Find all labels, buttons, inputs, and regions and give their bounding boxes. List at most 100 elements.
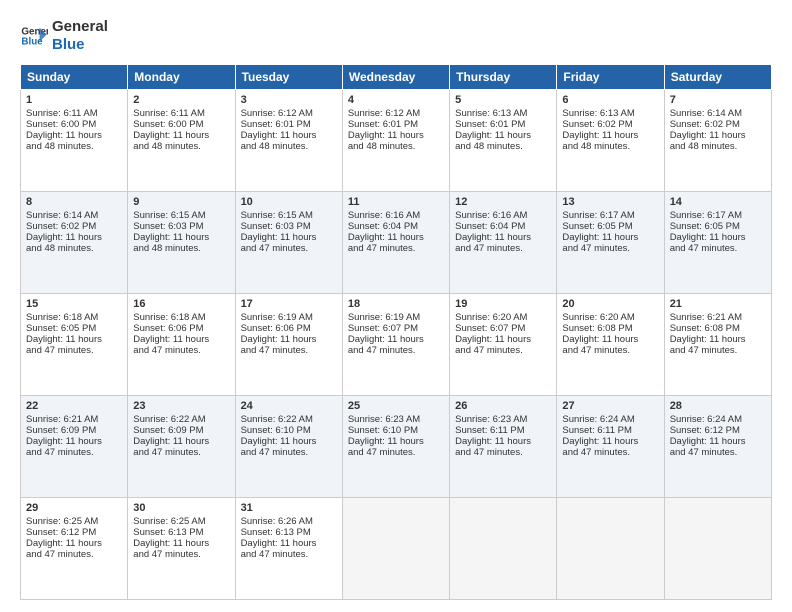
sunset-label: Sunset: 6:03 PM — [241, 221, 311, 232]
calendar-cell: 3Sunrise: 6:12 AMSunset: 6:01 PMDaylight… — [235, 90, 342, 192]
sunset-label: Sunset: 6:06 PM — [241, 323, 311, 334]
sunrise-label: Sunrise: 6:14 AM — [670, 108, 742, 119]
daylight-label: Daylight: 11 hours and 47 minutes. — [670, 436, 746, 458]
sunrise-label: Sunrise: 6:15 AM — [133, 210, 205, 221]
sunrise-label: Sunrise: 6:15 AM — [241, 210, 313, 221]
daylight-label: Daylight: 11 hours and 47 minutes. — [348, 436, 424, 458]
calendar-cell: 15Sunrise: 6:18 AMSunset: 6:05 PMDayligh… — [21, 294, 128, 396]
calendar-cell: 22Sunrise: 6:21 AMSunset: 6:09 PMDayligh… — [21, 396, 128, 498]
daylight-label: Daylight: 11 hours and 48 minutes. — [241, 130, 317, 152]
sunrise-label: Sunrise: 6:14 AM — [26, 210, 98, 221]
daylight-label: Daylight: 11 hours and 47 minutes. — [562, 436, 638, 458]
sunset-label: Sunset: 6:09 PM — [133, 425, 203, 436]
sunset-label: Sunset: 6:00 PM — [133, 119, 203, 130]
sunset-label: Sunset: 6:07 PM — [348, 323, 418, 334]
daylight-label: Daylight: 11 hours and 48 minutes. — [348, 130, 424, 152]
sunrise-label: Sunrise: 6:16 AM — [455, 210, 527, 221]
page-header: General Blue General Blue — [20, 18, 772, 54]
calendar-cell: 5Sunrise: 6:13 AMSunset: 6:01 PMDaylight… — [450, 90, 557, 192]
sunrise-label: Sunrise: 6:25 AM — [133, 516, 205, 527]
daylight-label: Daylight: 11 hours and 47 minutes. — [133, 334, 209, 356]
sunrise-label: Sunrise: 6:26 AM — [241, 516, 313, 527]
sunset-label: Sunset: 6:12 PM — [670, 425, 740, 436]
calendar-cell: 20Sunrise: 6:20 AMSunset: 6:08 PMDayligh… — [557, 294, 664, 396]
calendar-cell — [557, 498, 664, 600]
calendar-cell: 8Sunrise: 6:14 AMSunset: 6:02 PMDaylight… — [21, 192, 128, 294]
calendar-header-row: SundayMondayTuesdayWednesdayThursdayFrid… — [21, 65, 772, 90]
daylight-label: Daylight: 11 hours and 47 minutes. — [133, 436, 209, 458]
day-number: 19 — [455, 298, 551, 310]
sunset-label: Sunset: 6:13 PM — [133, 527, 203, 538]
calendar-cell: 27Sunrise: 6:24 AMSunset: 6:11 PMDayligh… — [557, 396, 664, 498]
calendar-cell: 6Sunrise: 6:13 AMSunset: 6:02 PMDaylight… — [557, 90, 664, 192]
day-number: 2 — [133, 94, 229, 106]
sunrise-label: Sunrise: 6:17 AM — [670, 210, 742, 221]
calendar-cell — [342, 498, 449, 600]
day-number: 28 — [670, 400, 766, 412]
sunset-label: Sunset: 6:02 PM — [26, 221, 96, 232]
sunrise-label: Sunrise: 6:24 AM — [670, 414, 742, 425]
sunset-label: Sunset: 6:10 PM — [241, 425, 311, 436]
daylight-label: Daylight: 11 hours and 47 minutes. — [26, 538, 102, 560]
calendar-cell — [450, 498, 557, 600]
day-number: 15 — [26, 298, 122, 310]
day-number: 3 — [241, 94, 337, 106]
sunrise-label: Sunrise: 6:16 AM — [348, 210, 420, 221]
sunset-label: Sunset: 6:05 PM — [562, 221, 632, 232]
header-friday: Friday — [557, 65, 664, 90]
sunrise-label: Sunrise: 6:20 AM — [455, 312, 527, 323]
sunset-label: Sunset: 6:10 PM — [348, 425, 418, 436]
daylight-label: Daylight: 11 hours and 48 minutes. — [133, 232, 209, 254]
day-number: 26 — [455, 400, 551, 412]
sunset-label: Sunset: 6:08 PM — [562, 323, 632, 334]
sunrise-label: Sunrise: 6:24 AM — [562, 414, 634, 425]
sunset-label: Sunset: 6:12 PM — [26, 527, 96, 538]
calendar-cell: 26Sunrise: 6:23 AMSunset: 6:11 PMDayligh… — [450, 396, 557, 498]
calendar-cell: 25Sunrise: 6:23 AMSunset: 6:10 PMDayligh… — [342, 396, 449, 498]
daylight-label: Daylight: 11 hours and 47 minutes. — [241, 436, 317, 458]
day-number: 20 — [562, 298, 658, 310]
calendar-cell: 30Sunrise: 6:25 AMSunset: 6:13 PMDayligh… — [128, 498, 235, 600]
calendar-cell: 28 Sunrise: 6:24 AMSunset: 6:12 PMDayligh… — [664, 396, 771, 498]
calendar-cell: 7Sunrise: 6:14 AMSunset: 6:02 PMDaylight… — [664, 90, 771, 192]
sunrise-label: Sunrise: 6:13 AM — [562, 108, 634, 119]
sunset-label: Sunset: 6:13 PM — [241, 527, 311, 538]
sunrise-label: Sunrise: 6:19 AM — [241, 312, 313, 323]
sunset-label: Sunset: 6:02 PM — [670, 119, 740, 130]
sunset-label: Sunset: 6:09 PM — [26, 425, 96, 436]
day-number: 17 — [241, 298, 337, 310]
header-monday: Monday — [128, 65, 235, 90]
day-number: 30 — [133, 502, 229, 514]
sunset-label: Sunset: 6:01 PM — [455, 119, 525, 130]
calendar-week-4: 22Sunrise: 6:21 AMSunset: 6:09 PMDayligh… — [21, 396, 772, 498]
calendar-table: SundayMondayTuesdayWednesdayThursdayFrid… — [20, 64, 772, 600]
calendar-cell: 16Sunrise: 6:18 AMSunset: 6:06 PMDayligh… — [128, 294, 235, 396]
header-saturday: Saturday — [664, 65, 771, 90]
header-tuesday: Tuesday — [235, 65, 342, 90]
calendar-week-3: 15Sunrise: 6:18 AMSunset: 6:05 PMDayligh… — [21, 294, 772, 396]
calendar-cell — [664, 498, 771, 600]
logo: General Blue General Blue — [20, 18, 108, 54]
day-number: 10 — [241, 196, 337, 208]
daylight-label: Daylight: 11 hours and 48 minutes. — [26, 232, 102, 254]
calendar-cell: 1Sunrise: 6:11 AMSunset: 6:00 PMDaylight… — [21, 90, 128, 192]
day-number: 4 — [348, 94, 444, 106]
calendar-cell: 19Sunrise: 6:20 AMSunset: 6:07 PMDayligh… — [450, 294, 557, 396]
sunset-label: Sunset: 6:02 PM — [562, 119, 632, 130]
day-number: 11 — [348, 196, 444, 208]
sunset-label: Sunset: 6:04 PM — [348, 221, 418, 232]
sunset-label: Sunset: 6:07 PM — [455, 323, 525, 334]
sunrise-label: Sunrise: 6:20 AM — [562, 312, 634, 323]
calendar-cell: 11Sunrise: 6:16 AMSunset: 6:04 PMDayligh… — [342, 192, 449, 294]
sunset-label: Sunset: 6:03 PM — [133, 221, 203, 232]
day-number: 16 — [133, 298, 229, 310]
calendar-cell: 9Sunrise: 6:15 AMSunset: 6:03 PMDaylight… — [128, 192, 235, 294]
sunrise-label: Sunrise: 6:23 AM — [348, 414, 420, 425]
calendar-week-1: 1Sunrise: 6:11 AMSunset: 6:00 PMDaylight… — [21, 90, 772, 192]
daylight-label: Daylight: 11 hours and 47 minutes. — [26, 436, 102, 458]
daylight-label: Daylight: 11 hours and 48 minutes. — [26, 130, 102, 152]
daylight-label: Daylight: 11 hours and 47 minutes. — [455, 436, 531, 458]
day-number: 24 — [241, 400, 337, 412]
calendar-cell: 2Sunrise: 6:11 AMSunset: 6:00 PMDaylight… — [128, 90, 235, 192]
day-number: 13 — [562, 196, 658, 208]
